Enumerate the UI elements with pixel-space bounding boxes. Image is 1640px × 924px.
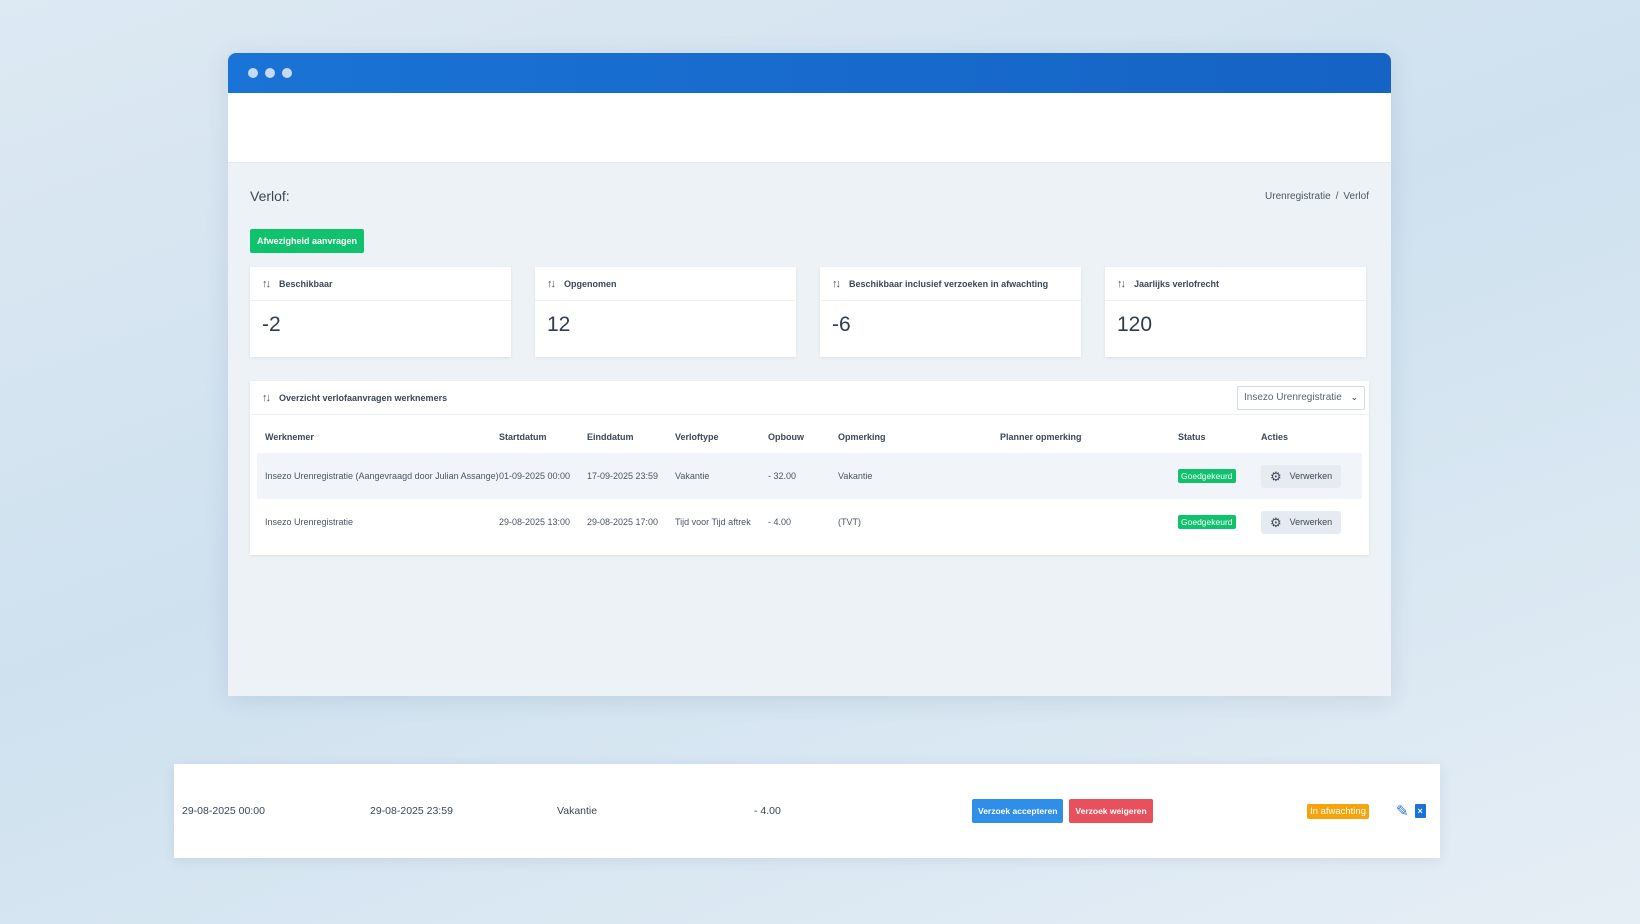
row-decision-buttons: Verzoek accepteren Verzoek weigeren (972, 799, 1153, 823)
summary-cards: ↑↓ Beschikbaar -2 ↑↓ Opgenomen 12 ↑↓ Bes… (250, 267, 1369, 357)
window-dot-1[interactable] (248, 68, 258, 78)
card-opgenomen: ↑↓ Opgenomen 12 (535, 267, 796, 357)
cell-build: - 32.00 (768, 471, 797, 481)
window-dot-3[interactable] (282, 68, 292, 78)
card-beschikbaar-inclusief: ↑↓ Beschikbaar inclusief verzoeken in af… (820, 267, 1081, 357)
reject-request-button[interactable]: Verzoek weigeren (1069, 799, 1153, 823)
column-header[interactable]: Opmerking (838, 432, 1000, 442)
card-label: Jaarlijks verlofrecht (1134, 278, 1220, 289)
table-row: Insezo Urenregistratie 29-08-2025 13:00 … (257, 499, 1362, 545)
process-button-label: Verwerken (1289, 471, 1333, 481)
request-absence-button[interactable]: Afwezigheid aanvragen (250, 229, 365, 253)
card-jaarlijks-verlofrecht: ↑↓ Jaarlijks verlofrecht 120 (1105, 267, 1366, 357)
card-header: ↑↓ Jaarlijks verlofrecht (1105, 267, 1366, 301)
cell-actions: ⚙ Verwerken (1261, 464, 1357, 488)
trash-icon[interactable]: × (1414, 804, 1426, 818)
browser-window: Verlof: Urenregistratie / Verlof Afwezig… (228, 53, 1391, 696)
card-beschikbaar: ↑↓ Beschikbaar -2 (250, 267, 511, 357)
cell-employee: Insezo Urenregistratie (Aangevraagd door… (265, 471, 499, 481)
column-header[interactable]: Planner opmerking (1000, 432, 1178, 442)
breadcrumb-item-urenregistratie[interactable]: Urenregistratie (1265, 191, 1331, 202)
table-header-row: Werknemer Startdatum Einddatum Verloftyp… (257, 421, 1362, 453)
card-value: 120 (1117, 313, 1153, 336)
card-header: ↑↓ Opgenomen (535, 267, 796, 301)
window-dot-2[interactable] (265, 68, 275, 78)
process-button[interactable]: ⚙ Verwerken (1261, 464, 1342, 488)
row-status: In afwachting (1307, 803, 1369, 819)
page-title: Verlof: (250, 188, 290, 204)
status-badge: Goedgekeurd (1178, 469, 1236, 483)
breadcrumb-separator: / (1335, 190, 1339, 202)
cell-remark: (TVT) (838, 517, 861, 527)
cell-status: Goedgekeurd (1178, 515, 1261, 529)
cell-remark: Vakantie (838, 471, 873, 481)
card-header: ↑↓ Beschikbaar inclusief verzoeken in af… (820, 267, 1081, 301)
cell-end: 17-09-2025 23:59 (587, 471, 659, 481)
column-header[interactable]: Werknemer (257, 432, 499, 442)
process-button-label: Verwerken (1289, 517, 1333, 527)
sort-arrows-icon[interactable]: ↑↓ (1117, 278, 1126, 290)
card-label: Beschikbaar (279, 278, 333, 289)
status-badge: In afwachting (1307, 803, 1369, 819)
gear-icon: ⚙ (1270, 468, 1282, 484)
card-label: Beschikbaar inclusief verzoeken in afwac… (849, 278, 1049, 289)
breadcrumb: Urenregistratie / Verlof (1265, 191, 1369, 202)
select-value: Insezo Urenregistratie (1244, 392, 1342, 403)
column-header[interactable]: Einddatum (587, 432, 675, 442)
process-button[interactable]: ⚙ Verwerken (1261, 510, 1342, 534)
cell-type: Tijd voor Tijd aftrek (675, 517, 751, 527)
leave-requests-panel: ↑↓ Overzicht verlofaanvragen werknemers … (250, 381, 1369, 555)
row-build: - 4.00 (754, 805, 781, 817)
cell-start: 29-08-2025 13:00 (499, 517, 571, 527)
sort-arrows-icon[interactable]: ↑↓ (832, 278, 841, 290)
status-badge: Goedgekeurd (1178, 515, 1236, 529)
sort-arrows-icon[interactable]: ↑↓ (262, 278, 271, 290)
gear-icon: ⚙ (1270, 514, 1282, 530)
main-content: Verlof: Urenregistratie / Verlof Afwezig… (228, 163, 1391, 555)
row-actions: ✎ × (1396, 802, 1426, 820)
cell-type: Vakantie (675, 471, 710, 481)
column-header[interactable]: Opbouw (768, 432, 838, 442)
leave-requests-table: Werknemer Startdatum Einddatum Verloftyp… (250, 415, 1369, 545)
panel-title-text: Overzicht verlofaanvragen werknemers (279, 392, 448, 403)
row-start-date: 29-08-2025 00:00 (182, 805, 265, 817)
table-row: Insezo Urenregistratie (Aangevraagd door… (257, 453, 1362, 499)
row-leave-type: Vakantie (557, 805, 598, 817)
cell-start: 01-09-2025 00:00 (499, 471, 571, 481)
employee-filter-select[interactable]: Insezo Urenregistratie ⌄ (1237, 385, 1365, 410)
pending-request-row: 29-08-2025 00:00 29-08-2025 23:59 Vakant… (174, 764, 1440, 858)
card-value: -2 (262, 313, 281, 336)
cell-actions: ⚙ Verwerken (1261, 510, 1357, 534)
sort-arrows-icon[interactable]: ↑↓ (547, 278, 556, 290)
pencil-icon[interactable]: ✎ (1396, 802, 1409, 820)
window-titlebar (228, 53, 1391, 93)
panel-title: ↑↓ Overzicht verlofaanvragen werknemers (262, 392, 447, 404)
cell-build: - 4.00 (768, 517, 792, 527)
breadcrumb-item-verlof: Verlof (1343, 190, 1369, 202)
column-header: Acties (1261, 432, 1289, 442)
accept-request-button[interactable]: Verzoek accepteren (972, 799, 1064, 823)
cell-status: Goedgekeurd (1178, 469, 1261, 483)
cell-end: 29-08-2025 17:00 (587, 517, 659, 527)
page-header: Verlof: Urenregistratie / Verlof (250, 163, 1369, 229)
chevron-down-icon: ⌄ (1350, 392, 1358, 402)
sort-arrows-icon[interactable]: ↑↓ (262, 392, 271, 404)
card-header: ↑↓ Beschikbaar (250, 267, 511, 301)
cell-employee: Insezo Urenregistratie (265, 517, 354, 527)
panel-header: ↑↓ Overzicht verlofaanvragen werknemers … (250, 381, 1369, 415)
column-header[interactable]: Verloftype (675, 432, 768, 442)
card-value: 12 (547, 313, 571, 336)
card-label: Opgenomen (564, 278, 617, 289)
top-navigation-bar (228, 93, 1391, 163)
column-header[interactable]: Startdatum (499, 432, 587, 442)
row-end-date: 29-08-2025 23:59 (370, 805, 453, 817)
card-value: -6 (832, 313, 851, 336)
column-header[interactable]: Status (1178, 432, 1261, 442)
